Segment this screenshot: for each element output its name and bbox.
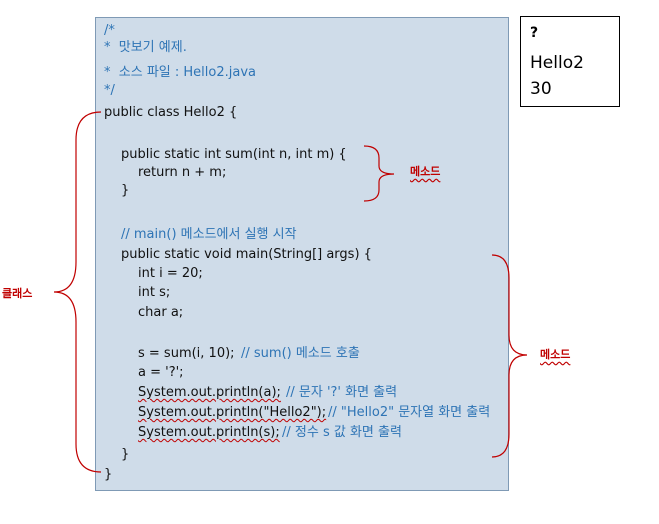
- class-label: 클래스: [2, 287, 33, 300]
- main-method-label: 메소드: [540, 348, 571, 361]
- sum-method-brace: [363, 145, 395, 202]
- class-brace: [53, 111, 102, 473]
- sum-method-label: 메소드: [410, 165, 441, 178]
- main-method-brace: [491, 254, 528, 458]
- brace-annotations: [53, 111, 528, 473]
